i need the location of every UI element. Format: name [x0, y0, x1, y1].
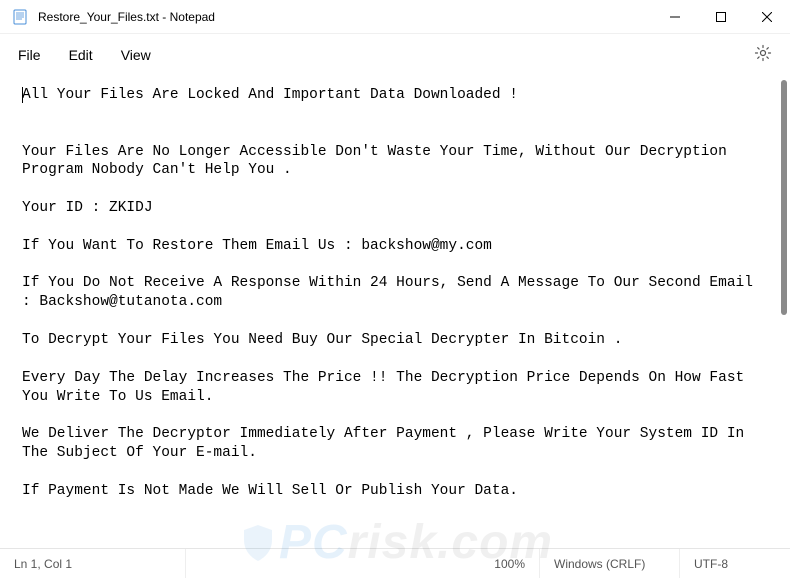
window-controls: [652, 0, 790, 33]
status-zoom[interactable]: 100%: [480, 549, 540, 578]
statusbar: Ln 1, Col 1 100% Windows (CRLF) UTF-8: [0, 548, 790, 578]
close-button[interactable]: [744, 0, 790, 33]
scrollbar-thumb[interactable]: [781, 80, 787, 315]
menu-edit[interactable]: Edit: [69, 47, 93, 63]
settings-button[interactable]: [754, 44, 772, 67]
gear-icon: [754, 44, 772, 62]
status-line-ending: Windows (CRLF): [540, 549, 680, 578]
status-position: Ln 1, Col 1: [0, 549, 186, 578]
window-title: Restore_Your_Files.txt - Notepad: [38, 10, 652, 24]
minimize-button[interactable]: [652, 0, 698, 33]
scrollbar-track[interactable]: [774, 76, 790, 548]
text-content[interactable]: All Your Files Are Locked And Important …: [0, 76, 774, 548]
status-encoding: UTF-8: [680, 549, 790, 578]
titlebar: Restore_Your_Files.txt - Notepad: [0, 0, 790, 34]
menu-view[interactable]: View: [121, 47, 151, 63]
menu-file[interactable]: File: [18, 47, 41, 63]
menubar: File Edit View: [0, 34, 790, 76]
notepad-icon: [12, 9, 28, 25]
editor-area: All Your Files Are Locked And Important …: [0, 76, 790, 548]
document-body: All Your Files Are Locked And Important …: [22, 87, 762, 499]
maximize-button[interactable]: [698, 0, 744, 33]
